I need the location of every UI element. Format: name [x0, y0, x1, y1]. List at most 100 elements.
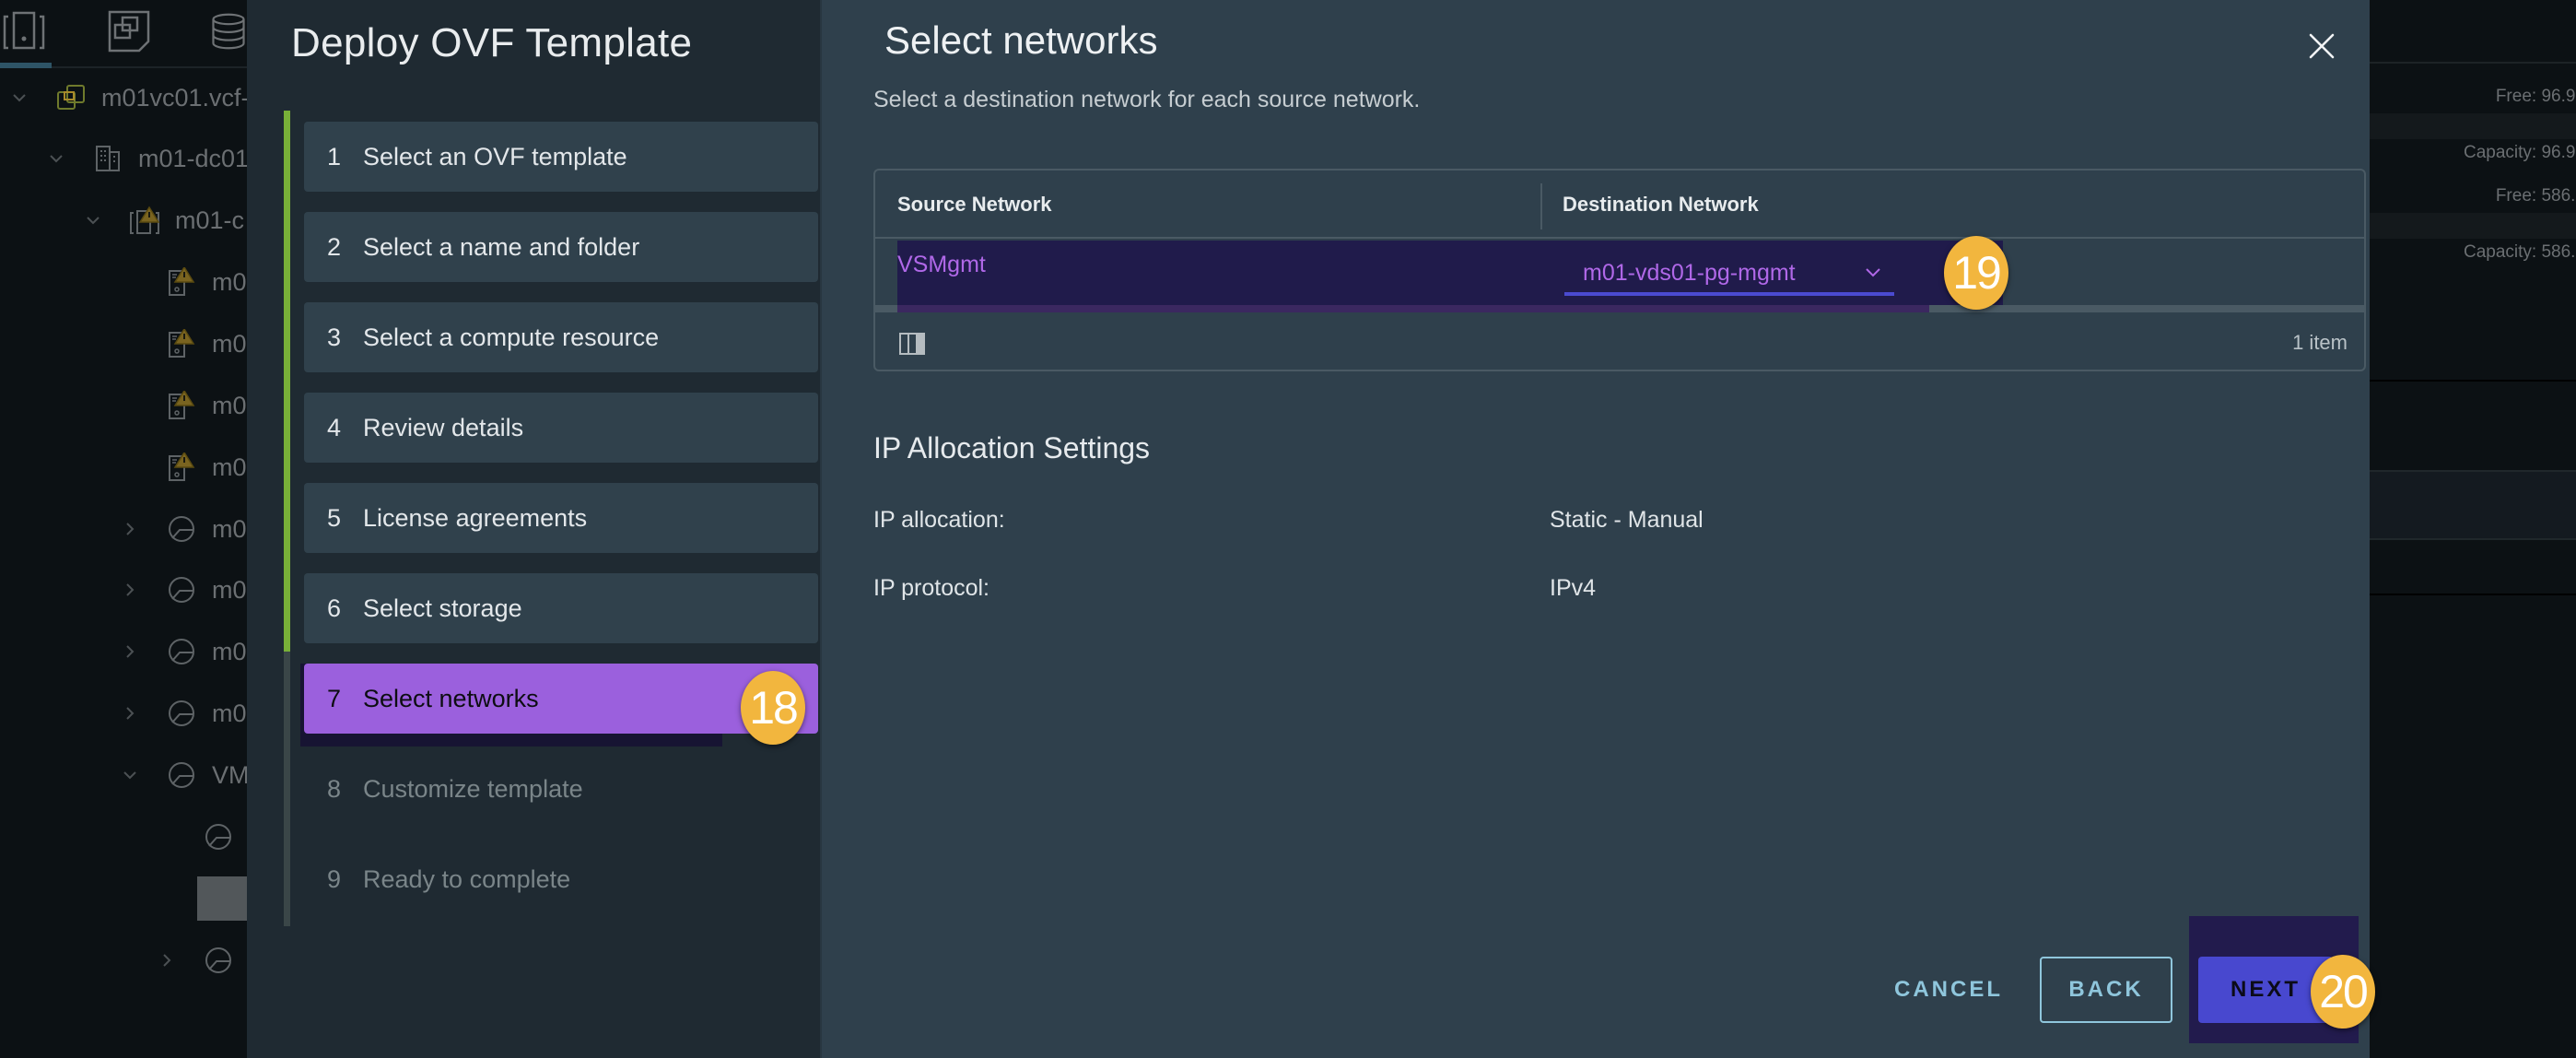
tree-node[interactable]: m0 [120, 571, 247, 608]
chevron-right-icon[interactable] [120, 644, 140, 659]
tree-selection-highlight [197, 876, 247, 921]
wizard-step-3[interactable]: 3 Select a compute resource [304, 302, 818, 372]
host-warning-icon [166, 390, 197, 421]
row-divider [1929, 305, 2366, 312]
cancel-button[interactable]: CANCEL [1879, 957, 2018, 1023]
wizard-title: Deploy OVF Template [291, 20, 693, 65]
active-tab-indicator [0, 63, 52, 68]
chevron-down-icon[interactable] [120, 770, 140, 780]
resource-pool-icon [166, 636, 197, 667]
storage-icon [212, 13, 245, 50]
tree-node[interactable] [157, 818, 249, 855]
tree-node-label: VM [212, 760, 250, 789]
wizard-step-4[interactable]: 4 Review details [304, 393, 818, 463]
chevron-down-icon[interactable] [46, 154, 66, 163]
chevron-right-icon[interactable] [120, 582, 140, 597]
hosts-clusters-icon [3, 11, 45, 50]
step-number: 5 [326, 503, 341, 532]
background-summary-panel: Free: 96.98 Capacity: 96.98 Free: 586.9 … [2370, 0, 2576, 1058]
tree-node[interactable]: m0 [120, 511, 247, 547]
table-row[interactable]: VSMgmt m01-vds01-pg-mgmt [897, 241, 2003, 307]
tree-node-label: m0 [212, 637, 247, 665]
step-label: Select storage [363, 594, 522, 622]
step-number: 8 [326, 774, 341, 803]
column-separator[interactable] [1540, 183, 1542, 229]
tree-node-label: m0 [212, 329, 247, 358]
step-progress-completed [284, 111, 290, 652]
close-icon [2309, 33, 2335, 59]
stat-text: Capacity: 96.98 [2463, 143, 2576, 162]
tree-node-label: m0 [212, 699, 247, 727]
resource-pool-icon [166, 698, 197, 729]
inventory-panel: m01vc01.vcf-m01-dc01 m01-c m0 m0 m0 m0 m0 m0 m0 m… [0, 0, 250, 1058]
step-label: Select a name and folder [363, 232, 640, 261]
divider [2370, 62, 2576, 64]
divider [2370, 594, 2576, 595]
tab-hosts-clusters[interactable] [0, 7, 48, 55]
wizard-step-9[interactable]: 9 Ready to complete [304, 844, 818, 914]
column-toggle-icon [899, 333, 925, 355]
ip-allocation-section-title: IP Allocation Settings [873, 431, 1151, 464]
chevron-right-icon[interactable] [157, 953, 177, 968]
tree-node[interactable]: m0 [120, 449, 247, 486]
annotation-badge: 19 [1944, 236, 2008, 310]
tree-node[interactable]: VM [120, 757, 250, 794]
close-button[interactable] [2303, 28, 2340, 65]
tree-node-label: m0 [212, 514, 247, 543]
tree-node[interactable]: m01-c [83, 202, 244, 239]
column-header-source[interactable]: Source Network [897, 193, 1052, 217]
wizard-content-pane: Select networks Select a destination net… [820, 0, 2375, 1058]
tree-node[interactable]: m0 [120, 325, 247, 362]
tree-node[interactable]: m01vc01.vcf- [9, 79, 250, 116]
stat-text: Capacity: 586.9 [2463, 242, 2576, 262]
step-label: Customize template [363, 774, 583, 803]
step-number: 1 [326, 142, 341, 170]
chevron-down-icon[interactable] [83, 216, 103, 225]
step-number: 6 [326, 594, 341, 622]
back-button[interactable]: BACK [2040, 957, 2172, 1023]
wizard-step-8[interactable]: 8 Customize template [304, 754, 818, 824]
tree-node-label: m01vc01.vcf- [101, 83, 250, 112]
step-label: Ready to complete [363, 864, 571, 893]
tree-node[interactable]: m0 [120, 387, 247, 424]
wizard-step-6[interactable]: 6 Select storage [304, 573, 818, 643]
chevron-right-icon[interactable] [120, 706, 140, 721]
step-label: Select networks [363, 684, 539, 712]
tree-node[interactable]: m01-dc01 [46, 140, 249, 177]
vms-templates-icon [108, 10, 150, 53]
inventory-tabs [0, 0, 247, 68]
wizard-step-2[interactable]: 2 Select a name and folder [304, 212, 818, 282]
resource-pool-icon [203, 821, 234, 852]
tree-node[interactable] [157, 942, 249, 979]
step-number: 7 [326, 684, 341, 712]
resource-pool-icon [203, 945, 234, 976]
stat-band [2370, 213, 2576, 239]
row-divider-highlight [897, 305, 1929, 312]
tree-node-label: m0 [212, 575, 247, 604]
wizard-step-5[interactable]: 5 License agreements [304, 483, 818, 553]
wizard-step-1[interactable]: 1 Select an OVF template [304, 122, 818, 192]
resource-pool-icon [166, 574, 197, 605]
cluster-warning-icon [129, 205, 160, 236]
tree-node[interactable]: m0 [120, 264, 247, 300]
destination-network-select[interactable]: m01-vds01-pg-mgmt [1564, 253, 1894, 296]
tab-vms-templates[interactable] [105, 7, 153, 55]
page-subtitle: Select a destination network for each so… [873, 87, 1421, 112]
tree-node-label: m01-c [175, 206, 245, 234]
step-number: 4 [326, 413, 341, 441]
grid-footer: 1 item [875, 312, 2364, 371]
page-title: Select networks [884, 18, 1158, 62]
chevron-right-icon[interactable] [120, 522, 140, 536]
step-number: 2 [326, 232, 341, 261]
chevron-down-icon[interactable] [9, 93, 29, 102]
step-number: 3 [326, 323, 341, 351]
annotation-badge: 20 [2311, 955, 2375, 1029]
tab-storage[interactable] [210, 7, 247, 55]
column-toggle-button[interactable] [899, 333, 925, 355]
tree-node[interactable]: m0 [120, 695, 247, 732]
row-band [2370, 470, 2576, 540]
tree-node[interactable]: m0 [120, 633, 247, 670]
ip-allocation-value: Static - Manual [1550, 507, 1704, 533]
column-header-destination[interactable]: Destination Network [1563, 193, 1759, 217]
datacenter-icon [92, 143, 123, 174]
